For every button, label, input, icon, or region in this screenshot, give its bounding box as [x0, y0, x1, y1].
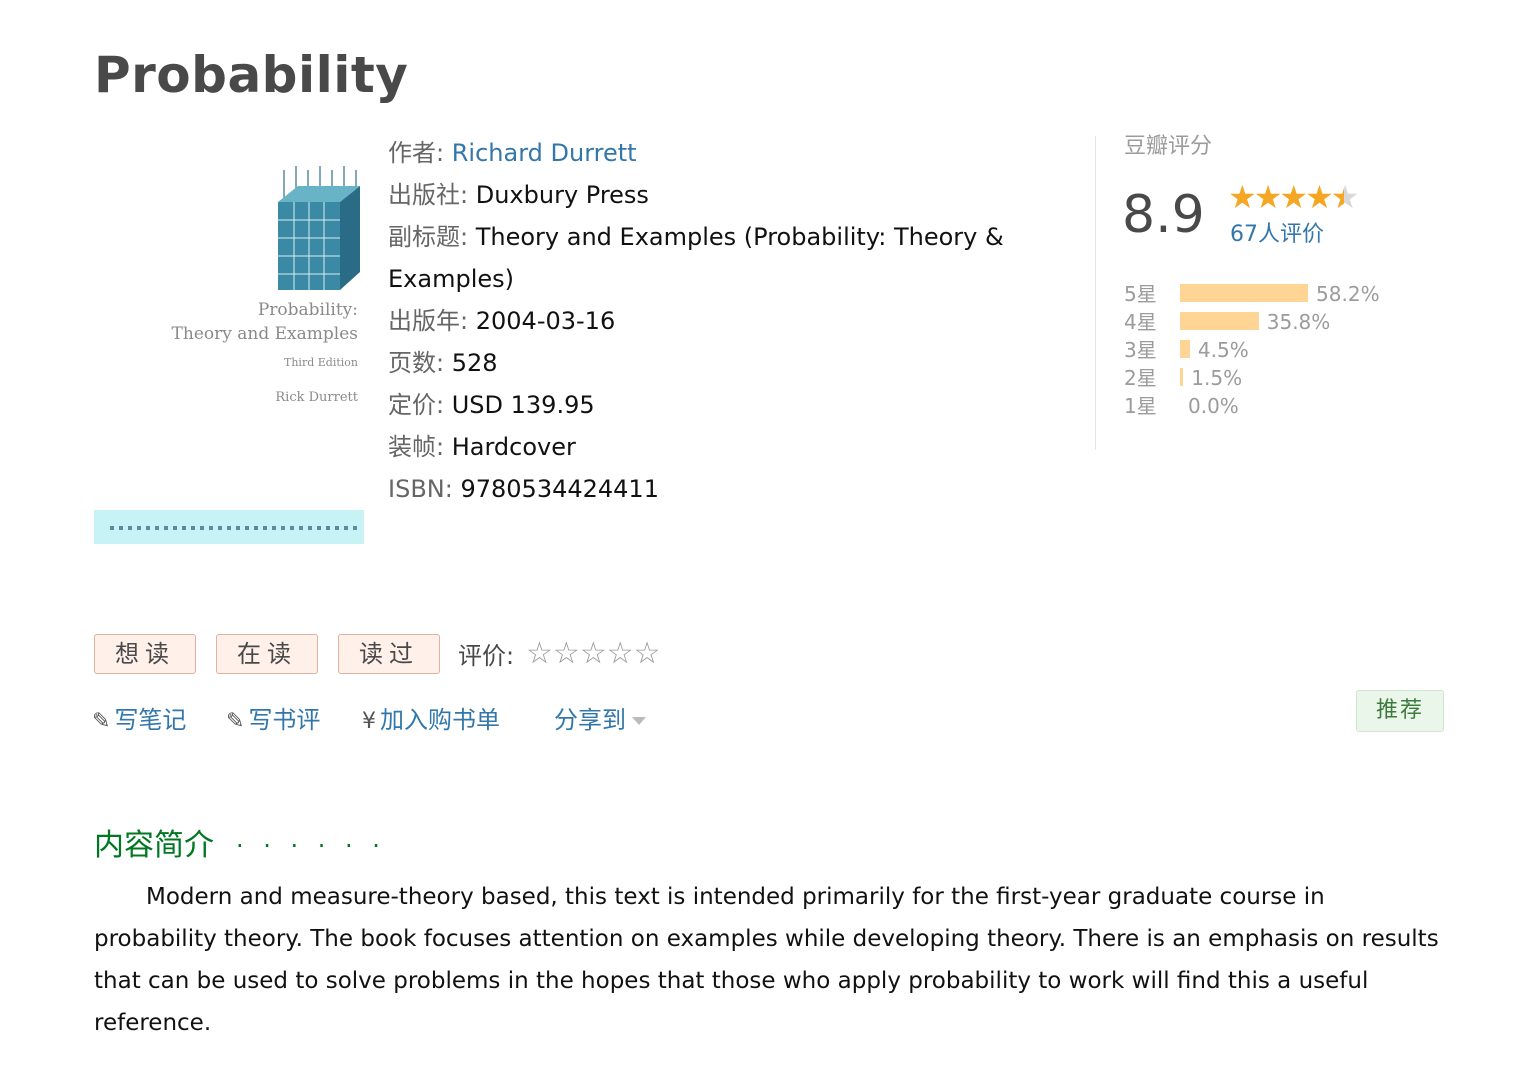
binding-label: 装帧: — [388, 433, 445, 461]
rating-distribution: 5星 58.2% 4星 35.8% 3星 4.5% 2星 1.5% 1星 0.0% — [1124, 282, 1464, 422]
intro-heading-dots: · · · · · · — [236, 832, 386, 860]
rating-dist-percent: 1.5% — [1191, 366, 1243, 390]
rating-dist-star-label: 5星 — [1124, 282, 1157, 306]
author-link[interactable]: Richard Durrett — [452, 139, 637, 167]
isbn-label: ISBN: — [388, 475, 453, 503]
star-outline-icon[interactable]: ☆ — [526, 636, 553, 671]
write-review-link[interactable]: ✎ 写书评 — [226, 702, 320, 740]
info-isbn: ISBN: 9780534424411 — [388, 468, 1058, 510]
rating-dist-star-label: 1星 — [1124, 394, 1157, 418]
rating-dist-row: 5星 58.2% — [1124, 282, 1464, 310]
publisher-value: Duxbury Press — [475, 181, 649, 209]
book-cover[interactable]: Probability: Theory and Examples Third E… — [94, 140, 364, 544]
pencil-icon: ✎ — [226, 709, 245, 734]
info-pages: 页数: 528 — [388, 342, 1058, 384]
info-binding: 装帧: Hardcover — [388, 426, 1058, 468]
have-read-button[interactable]: 读过 — [338, 634, 440, 674]
pubyear-value: 2004-03-16 — [475, 307, 616, 335]
rating-dist-star-label: 3星 — [1124, 338, 1157, 362]
book-info: 作者: Richard Durrett 出版社: Duxbury Press 副… — [388, 132, 1058, 510]
rating-score: 8.9 — [1122, 185, 1205, 245]
rating-dist-row: 1星 0.0% — [1124, 394, 1464, 422]
rating-dist-star-label: 2星 — [1124, 366, 1157, 390]
rating-dist-row: 2星 1.5% — [1124, 366, 1464, 394]
price-value: USD 139.95 — [451, 391, 595, 419]
rating-dist-bar — [1180, 340, 1190, 358]
rating-dist-star-label: 4星 — [1124, 310, 1157, 334]
section-divider — [1095, 136, 1096, 450]
star-outline-icon[interactable]: ☆ — [580, 636, 607, 671]
rate-label: 评价: — [458, 642, 515, 670]
star-icon: ★ — [1305, 178, 1334, 216]
intro-heading: 内容简介 — [94, 828, 214, 863]
pages-label: 页数: — [388, 349, 445, 377]
star-icon: ★ — [1253, 178, 1283, 216]
pencil-icon: ✎ — [92, 709, 111, 734]
recommend-button[interactable]: 推荐 — [1356, 690, 1444, 732]
cover-strip-pattern — [110, 526, 360, 530]
intro-text: Modern and measure-theory based, this te… — [94, 884, 1439, 1036]
isbn-value: 9780534424411 — [460, 475, 659, 503]
rating-dist-row: 3星 4.5% — [1124, 338, 1464, 366]
rating-dist-bar — [1180, 284, 1309, 302]
star-icon: ★ — [1228, 178, 1257, 216]
rating-dist-percent: 0.0% — [1188, 394, 1239, 418]
add-to-cart-link[interactable]: ¥ 加入购书单 — [362, 702, 500, 740]
rating-dist-row: 4星 35.8% — [1124, 310, 1464, 338]
star-outline-icon[interactable]: ☆ — [607, 636, 634, 671]
add-to-cart-label: 加入购书单 — [380, 706, 500, 734]
chevron-down-icon — [632, 717, 646, 725]
subtitle-label: 副标题: — [388, 223, 469, 251]
rating-dist-bar — [1180, 312, 1259, 330]
reading-button[interactable]: 在读 — [216, 634, 318, 674]
cover-title-line2: Theory and Examples — [171, 324, 358, 344]
rating-stars: ★★★★★★ — [1228, 178, 1360, 216]
author-label: 作者: — [388, 139, 445, 167]
rating-dist-percent: 58.2% — [1316, 282, 1380, 306]
info-pubyear: 出版年: 2004-03-16 — [388, 300, 1058, 342]
info-price: 定价: USD 139.95 — [388, 384, 1058, 426]
binding-value: Hardcover — [451, 433, 576, 461]
pages-value: 528 — [451, 349, 498, 377]
star-icon: ★ — [1279, 178, 1308, 216]
cover-title-line1: Probability: — [257, 300, 358, 320]
cover-author: Rick Durrett — [275, 390, 358, 405]
rating-dist-percent: 4.5% — [1197, 338, 1249, 362]
share-dropdown[interactable]: 分享到 — [554, 702, 646, 738]
want-to-read-button[interactable]: 想读 — [94, 634, 196, 674]
cover-graphic — [274, 162, 360, 294]
price-label: 定价: — [388, 391, 445, 419]
write-note-link[interactable]: ✎ 写笔记 — [92, 702, 186, 740]
subtitle-value: Theory and Examples (Probability: Theory… — [388, 223, 1004, 293]
info-publisher: 出版社: Duxbury Press — [388, 174, 1058, 216]
star-outline-icon[interactable]: ☆ — [553, 636, 580, 671]
rating-section-label: 豆瓣评分 — [1124, 134, 1213, 159]
rate-stars[interactable]: ☆☆☆☆☆ — [526, 634, 661, 674]
page-title: Probability — [94, 46, 409, 104]
half-star-icon: ★★ — [1330, 178, 1360, 216]
star-outline-icon[interactable]: ☆ — [634, 636, 661, 671]
yen-icon: ¥ — [362, 709, 376, 734]
write-note-label: 写笔记 — [114, 706, 187, 734]
rating-count-link[interactable]: 67人评价 — [1230, 220, 1324, 250]
info-author: 作者: Richard Durrett — [388, 132, 1058, 174]
write-review-label: 写书评 — [248, 706, 321, 734]
info-subtitle: 副标题: Theory and Examples (Probability: T… — [388, 216, 1058, 300]
share-label: 分享到 — [554, 706, 626, 734]
pubyear-label: 出版年: — [388, 307, 469, 335]
cover-edition: Third Edition — [284, 356, 358, 369]
publisher-label: 出版社: — [388, 181, 469, 209]
rating-dist-percent: 35.8% — [1266, 310, 1331, 334]
rating-dist-bar — [1180, 368, 1184, 386]
